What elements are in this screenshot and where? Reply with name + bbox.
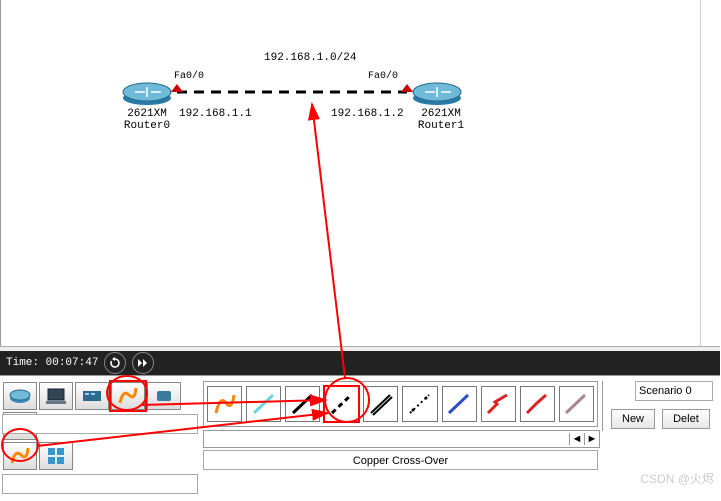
fast-forward-button[interactable] [132, 352, 154, 374]
connection-phone[interactable] [402, 386, 437, 422]
connection-serial-dce[interactable] [481, 386, 516, 422]
connection-coaxial[interactable] [442, 386, 477, 422]
router0-label: 2621XM Router0 [113, 108, 181, 132]
scenario-select[interactable]: Scenario 0 [635, 381, 713, 401]
network-cidr-label: 192.168.1.0/24 [264, 52, 356, 64]
connection-copper-crossover[interactable] [324, 386, 359, 422]
category-connections[interactable] [111, 382, 145, 410]
reset-time-button[interactable] [104, 352, 126, 374]
category-misc[interactable] [147, 382, 181, 410]
time-label: Time: [6, 357, 39, 369]
scenario-panel: i Scenario 0 New Delet Toggle PDU List W… [602, 381, 721, 431]
connection-name-display: Copper Cross-Over [203, 450, 598, 470]
delete-scenario-button[interactable]: Delet [662, 409, 710, 429]
new-scenario-button[interactable]: New [611, 409, 655, 429]
connection-scrollbar[interactable]: ◄► [203, 430, 600, 448]
category-network-devices[interactable] [3, 382, 37, 410]
router1-label: 2621XM Router1 [407, 108, 475, 132]
connection-octal[interactable] [559, 386, 594, 422]
router0-interface-label: Fa0/0 [174, 71, 204, 82]
router1-device[interactable] [411, 80, 463, 106]
router0-device[interactable] [121, 80, 173, 106]
workspace-canvas[interactable]: 192.168.1.0/24 2621XM Router0 Fa0/0 192.… [0, 0, 721, 346]
device-palette: ◄► Copper Cross-Over i Scenario 0 New De… [0, 375, 720, 501]
device-subcategory-row [2, 441, 198, 469]
connection-copper-straight[interactable] [285, 386, 320, 422]
watermark-text: CSDN @火烬 [640, 470, 714, 487]
category-name-field [2, 414, 198, 434]
realtime-bar: Time: 00:07:47 [0, 351, 720, 375]
category-end-devices[interactable] [39, 382, 73, 410]
category-components[interactable] [75, 382, 109, 410]
connection-automatic[interactable] [207, 386, 242, 422]
connection-type-row [203, 381, 598, 427]
subcategory-name-field [2, 474, 198, 494]
subcategory-connections[interactable] [3, 442, 37, 470]
connection-link[interactable] [171, 84, 413, 106]
router1-ip-label: 192.168.1.2 [331, 108, 404, 120]
router0-ip-label: 192.168.1.1 [179, 108, 252, 120]
connection-fiber[interactable] [363, 386, 398, 422]
scroll-right-icon[interactable]: ► [584, 433, 599, 445]
scroll-left-icon[interactable]: ◄ [569, 433, 584, 445]
connection-console[interactable] [246, 386, 281, 422]
router1-interface-label: Fa0/0 [368, 71, 398, 82]
time-value: 00:07:47 [46, 357, 99, 369]
connection-serial-dte[interactable] [520, 386, 555, 422]
subcategory-structured[interactable] [39, 442, 73, 470]
